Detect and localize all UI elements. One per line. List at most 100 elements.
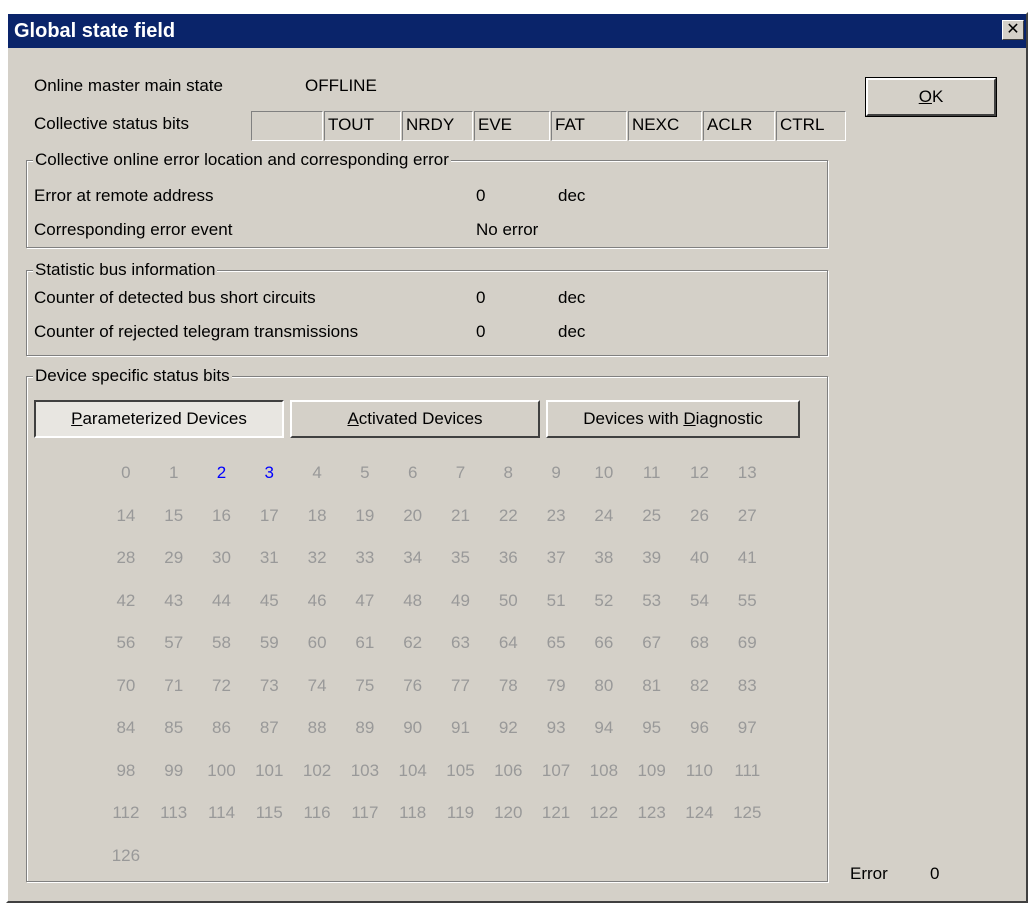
device-address-64: 64 xyxy=(498,633,518,652)
device-address-51: 51 xyxy=(546,590,566,610)
online-master-label: Online master main state xyxy=(34,76,223,95)
device-address-49: 49 xyxy=(451,590,470,610)
device-address-24: 24 xyxy=(594,505,614,525)
device-address-73: 73 xyxy=(259,675,279,695)
device-address-111: 111 xyxy=(734,760,761,780)
device-address-125: 125 xyxy=(733,803,762,822)
status-bit-nrdy: NRDY xyxy=(402,111,473,141)
device-address-13: 13 xyxy=(737,463,757,482)
status-bit-empty xyxy=(251,111,323,141)
device-address-65: 65 xyxy=(546,633,566,652)
device-address-116: 116 xyxy=(303,803,331,822)
diagnostic-devices-post: iagnostic xyxy=(695,409,763,428)
device-address-27: 27 xyxy=(737,505,757,525)
device-address-95: 95 xyxy=(642,718,662,737)
device-address-25: 25 xyxy=(642,505,662,525)
device-address-121: 121 xyxy=(541,803,571,822)
ok-button-accesskey: O xyxy=(918,87,932,106)
error-remote-address-unit: dec xyxy=(558,186,586,205)
device-address-78: 78 xyxy=(498,675,518,695)
device-address-2: 2 xyxy=(216,463,227,482)
device-address-88: 88 xyxy=(307,718,327,737)
device-address-80: 80 xyxy=(594,675,614,695)
status-bit-nexc: NEXC xyxy=(628,111,702,141)
device-address-66: 66 xyxy=(594,633,614,652)
error-location-group-title: Collective online error location and cor… xyxy=(33,150,451,170)
status-bit-ctrl: CTRL xyxy=(776,111,846,141)
device-address-60: 60 xyxy=(307,633,327,652)
device-address-44: 44 xyxy=(212,590,231,610)
status-bit-fat: FAT xyxy=(551,111,627,141)
device-address-124: 124 xyxy=(685,803,714,822)
device-address-35: 35 xyxy=(451,548,470,567)
device-address-41: 41 xyxy=(737,548,757,567)
device-address-103: 103 xyxy=(350,760,380,780)
ok-button[interactable]: OK xyxy=(865,77,997,117)
device-address-38: 38 xyxy=(594,548,614,567)
device-address-3: 3 xyxy=(264,463,275,482)
status-bit-eve: EVE xyxy=(474,111,550,141)
footer-error-value: 0 xyxy=(930,864,940,883)
device-address-53: 53 xyxy=(642,590,662,610)
device-address-8: 8 xyxy=(503,463,513,482)
device-address-43: 43 xyxy=(164,590,184,610)
device-address-61: 61 xyxy=(355,633,375,652)
statistic-bus-group: Statistic bus information xyxy=(26,260,828,356)
diagnostic-devices-button[interactable]: Devices with Diagnostic xyxy=(546,400,800,438)
device-address-62: 62 xyxy=(403,633,423,652)
error-event-label: Corresponding error event xyxy=(34,220,233,239)
device-address-5: 5 xyxy=(360,463,370,482)
device-address-grid: 0 1 2 3 4 5 6 7 8 9 10 11 12 13 14 15 16 17 18 19 20 21 22 23 24… xyxy=(102,462,772,887)
device-address-75: 75 xyxy=(355,675,375,695)
device-address-104: 104 xyxy=(398,760,427,780)
device-address-85: 85 xyxy=(164,718,184,737)
device-address-89: 89 xyxy=(355,718,375,737)
device-address-22: 22 xyxy=(498,505,518,525)
status-bit-aclr: ACLR xyxy=(703,111,775,141)
activated-devices-button[interactable]: Activated Devices xyxy=(290,400,540,438)
device-address-37: 37 xyxy=(546,548,566,567)
bus-short-label: Counter of detected bus short circuits xyxy=(34,288,316,307)
device-address-47: 47 xyxy=(355,590,375,610)
device-address-52: 52 xyxy=(594,590,614,610)
activated-devices-post: ctivated Devices xyxy=(358,409,483,428)
device-address-81: 81 xyxy=(642,675,662,695)
device-address-99: 99 xyxy=(164,760,184,780)
device-address-18: 18 xyxy=(307,505,327,525)
device-address-4: 4 xyxy=(312,463,322,482)
device-address-74: 74 xyxy=(307,675,327,695)
device-address-90: 90 xyxy=(403,718,423,737)
device-address-46: 46 xyxy=(307,590,327,610)
device-address-12: 12 xyxy=(690,463,709,482)
device-address-31: 31 xyxy=(259,548,279,567)
window-title: Global state field xyxy=(14,20,176,42)
device-address-94: 94 xyxy=(594,718,614,737)
global-state-dialog: Global state field ✕ OK Online master ma… xyxy=(6,12,1028,903)
device-address-28: 28 xyxy=(116,548,136,567)
ok-button-label-rest: K xyxy=(931,87,944,106)
device-address-98: 98 xyxy=(116,760,136,780)
device-address-16: 16 xyxy=(212,505,231,525)
device-address-69: 69 xyxy=(737,633,757,652)
device-address-59: 59 xyxy=(259,633,279,652)
parameterized-devices-post: arameterized Devices xyxy=(82,409,247,428)
device-address-54: 54 xyxy=(690,590,709,610)
device-address-21: 21 xyxy=(451,505,470,525)
device-address-105: 105 xyxy=(446,760,475,780)
device-address-108: 108 xyxy=(589,760,619,780)
parameterized-devices-button[interactable]: Parameterized Devices xyxy=(34,400,284,438)
error-event-value: No error xyxy=(476,220,539,239)
device-address-123: 123 xyxy=(637,803,666,822)
device-address-70: 70 xyxy=(116,675,136,695)
device-status-group-title: Device specific status bits xyxy=(33,366,232,386)
device-address-68: 68 xyxy=(690,633,709,652)
device-address-58: 58 xyxy=(212,633,231,652)
statistic-bus-group-title: Statistic bus information xyxy=(33,260,218,280)
close-button[interactable]: ✕ xyxy=(1002,20,1024,40)
device-address-57: 57 xyxy=(164,633,184,652)
device-address-100: 100 xyxy=(207,760,236,780)
device-address-84: 84 xyxy=(116,718,136,737)
device-address-23: 23 xyxy=(546,505,566,525)
activated-devices-accesskey: A xyxy=(347,409,359,428)
diagnostic-devices-pre: Devices with xyxy=(583,409,684,428)
